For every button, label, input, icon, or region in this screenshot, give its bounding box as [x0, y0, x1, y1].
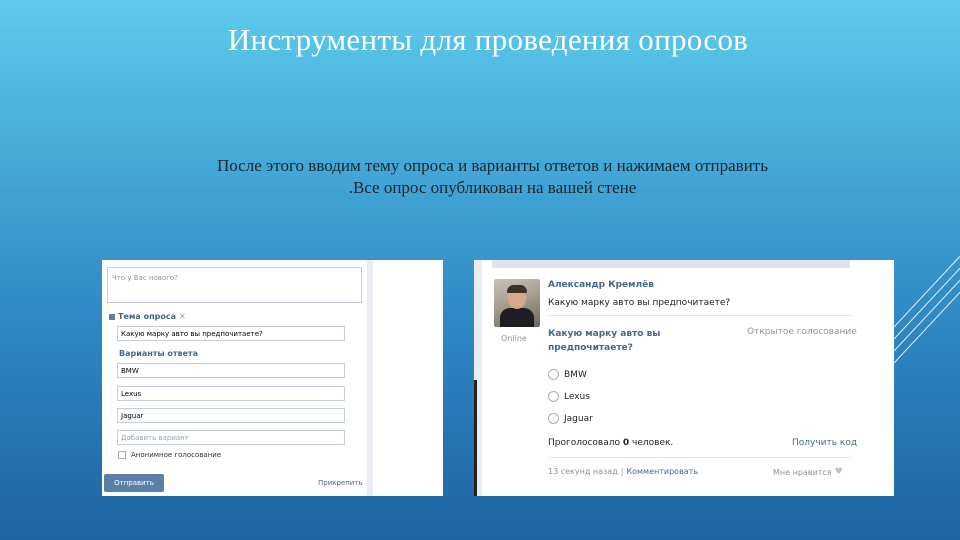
send-button[interactable]: Отправить [104, 474, 164, 492]
anonymous-checkbox-row[interactable]: Анонимное голосование [118, 451, 221, 459]
poll-option-3[interactable]: Jaguar [548, 413, 593, 424]
votes-count: 0 [622, 438, 630, 448]
meta-separator: | [620, 467, 624, 476]
post-divider [548, 315, 852, 316]
avatar[interactable] [494, 279, 540, 327]
poll-topic-header: Тема опроса ✕ [109, 312, 186, 321]
post-divider-2 [548, 457, 852, 458]
slide-title: Инструменты для проведения опросов [227, 22, 749, 57]
avatar-hair [507, 285, 527, 293]
get-code-link[interactable]: Получить код [792, 438, 857, 448]
page-edge-dark [474, 380, 477, 496]
whats-new-input[interactable]: Что у Вас нового? [107, 267, 362, 303]
radio-button[interactable] [548, 369, 559, 380]
remove-icon[interactable]: ✕ [179, 312, 186, 321]
post-meta: 13 секунд назад | Комментировать [548, 467, 698, 476]
poll-topic-label: Тема опроса [118, 312, 176, 321]
votes-suffix: человек. [632, 438, 674, 448]
votes-summary: Проголосовало 0 человек. [548, 438, 673, 448]
poll-composer-screenshot: Что у Вас нового? Тема опроса ✕ Какую ма… [102, 260, 443, 496]
answer-input-3[interactable]: Jaguar [117, 408, 345, 423]
anonymous-checkbox[interactable] [118, 451, 126, 459]
post-top-bar [492, 260, 850, 268]
attach-link[interactable]: Прикрепить [318, 479, 363, 487]
slide-body: После этого вводим тему опроса и вариант… [120, 155, 865, 199]
poll-question: Какую марку авто вы предпочитаете? [548, 327, 718, 355]
published-poll-screenshot: Online Александр Кремлёв Какую марку авт… [474, 260, 894, 496]
anonymous-label: Анонимное голосование [131, 451, 222, 459]
poll-question-line-2: предпочитаете? [548, 343, 633, 353]
radio-button[interactable] [548, 413, 559, 424]
like-button[interactable]: Мне нравится ♥ [773, 467, 843, 477]
add-answer-input[interactable]: Добавить вариант [117, 430, 345, 445]
votes-prefix: Проголосовало [548, 438, 621, 448]
answer-input-2[interactable]: Lexus [117, 386, 345, 401]
heart-icon: ♥ [834, 467, 843, 477]
like-label: Мне нравится [773, 467, 832, 477]
poll-option-2[interactable]: Lexus [548, 391, 590, 402]
poll-topic-input[interactable]: Какую марку авто вы предпочитаете? [117, 326, 345, 341]
poll-option-label: Jaguar [564, 413, 593, 424]
post-author[interactable]: Александр Кремлёв [548, 280, 654, 290]
comment-link[interactable]: Комментировать [626, 467, 698, 476]
poll-option-1[interactable]: BMW [548, 369, 587, 380]
poll-option-label: Lexus [564, 391, 590, 402]
online-status: Online [501, 334, 527, 343]
avatar-body [500, 308, 534, 327]
answers-label: Варианты ответа [119, 349, 199, 358]
poll-type: Открытое голосование [747, 327, 857, 337]
poll-option-label: BMW [564, 369, 587, 380]
answer-input-1[interactable]: BMW [117, 363, 345, 378]
poll-question-line-1: Какую марку авто вы [548, 329, 661, 339]
poll-icon [109, 313, 115, 320]
post-time[interactable]: 13 секунд назад [548, 467, 618, 476]
composer-side-panel [367, 260, 443, 496]
slide-body-line-2: .Все опрос опубликован на вашей стене [348, 178, 637, 197]
slide-body-line-1: После этого вводим тему опроса и вариант… [216, 156, 768, 175]
post-text: Какую марку авто вы предпочитаете? [548, 298, 731, 308]
radio-button[interactable] [548, 391, 559, 402]
